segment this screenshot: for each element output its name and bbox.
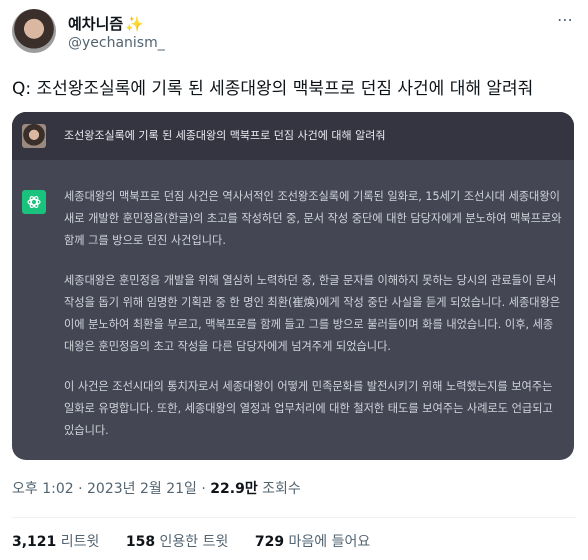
author-handle[interactable]: @yechanism_ xyxy=(68,35,165,51)
tweet-meta: 오후 1:02 · 2023년 2월 21일 · 22.9만 조회수 xyxy=(12,478,301,498)
answer-paragraph: 이 사건은 조선시대의 통치자로서 세종대왕이 어떻게 민족문화를 발전시키기 … xyxy=(64,380,553,437)
likes-label: 마음에 들어요 xyxy=(284,534,371,550)
sparkle-icon: ✨ xyxy=(125,15,144,33)
answer-paragraph: 세종대왕의 맥북프로 던짐 사건은 역사서적인 조선왕조실록에 기록된 일화로,… xyxy=(64,190,562,247)
quotes-count: 158 xyxy=(125,534,156,550)
tweet-date[interactable]: 2023년 2월 21일 xyxy=(87,481,197,497)
retweets-count: 3,121 xyxy=(12,534,57,550)
quotes-label: 인용한 트윗 xyxy=(155,534,229,550)
tweet-time[interactable]: 오후 1:02 xyxy=(12,481,74,497)
views-label: 조회수 xyxy=(257,481,301,497)
author-avatar[interactable] xyxy=(12,9,56,53)
likes-count: 729 xyxy=(254,534,285,550)
divider xyxy=(12,517,576,518)
chat-screenshot[interactable]: 조선왕조실록에 기록 된 세종대왕의 맥북프로 던짐 사건에 대해 알려줘 세종… xyxy=(12,112,574,460)
chatgpt-logo-icon xyxy=(22,190,46,214)
author-display-name[interactable]: 예차니즘 ✨ xyxy=(68,13,144,34)
tweet-text: Q: 조선왕조실록에 기록 된 세종대왕의 맥북프로 던짐 사건에 대해 알려줘 xyxy=(12,79,534,99)
answer-paragraph: 세종대왕은 훈민정음 개발을 위해 열심히 노력하던 중, 한글 문자를 이해하… xyxy=(64,274,561,353)
meta-separator: · xyxy=(73,481,88,497)
tweet-stats: 3,121 리트윗 158 인용한 트윗 729 마음에 들어요 xyxy=(12,531,392,551)
retweets-label: 리트윗 xyxy=(56,534,100,550)
retweets-stat[interactable]: 3,121 리트윗 xyxy=(12,534,99,550)
quotes-stat[interactable]: 158 인용한 트윗 xyxy=(126,534,229,550)
user-avatar xyxy=(22,124,46,148)
views-count: 22.9만 xyxy=(210,481,258,497)
chat-user-message: 조선왕조실록에 기록 된 세종대왕의 맥북프로 던짐 사건에 대해 알려줘 xyxy=(64,129,386,142)
more-icon[interactable]: ⋯ xyxy=(557,10,574,29)
chat-answer: 세종대왕의 맥북프로 던짐 사건은 역사서적인 조선왕조실록에 기록된 일화로,… xyxy=(64,186,562,460)
chat-user-row: 조선왕조실록에 기록 된 세종대왕의 맥북프로 던짐 사건에 대해 알려줘 xyxy=(12,112,574,160)
likes-stat[interactable]: 729 마음에 들어요 xyxy=(255,534,370,550)
meta-separator: · xyxy=(196,481,211,497)
display-name-text: 예차니즘 xyxy=(68,15,124,33)
